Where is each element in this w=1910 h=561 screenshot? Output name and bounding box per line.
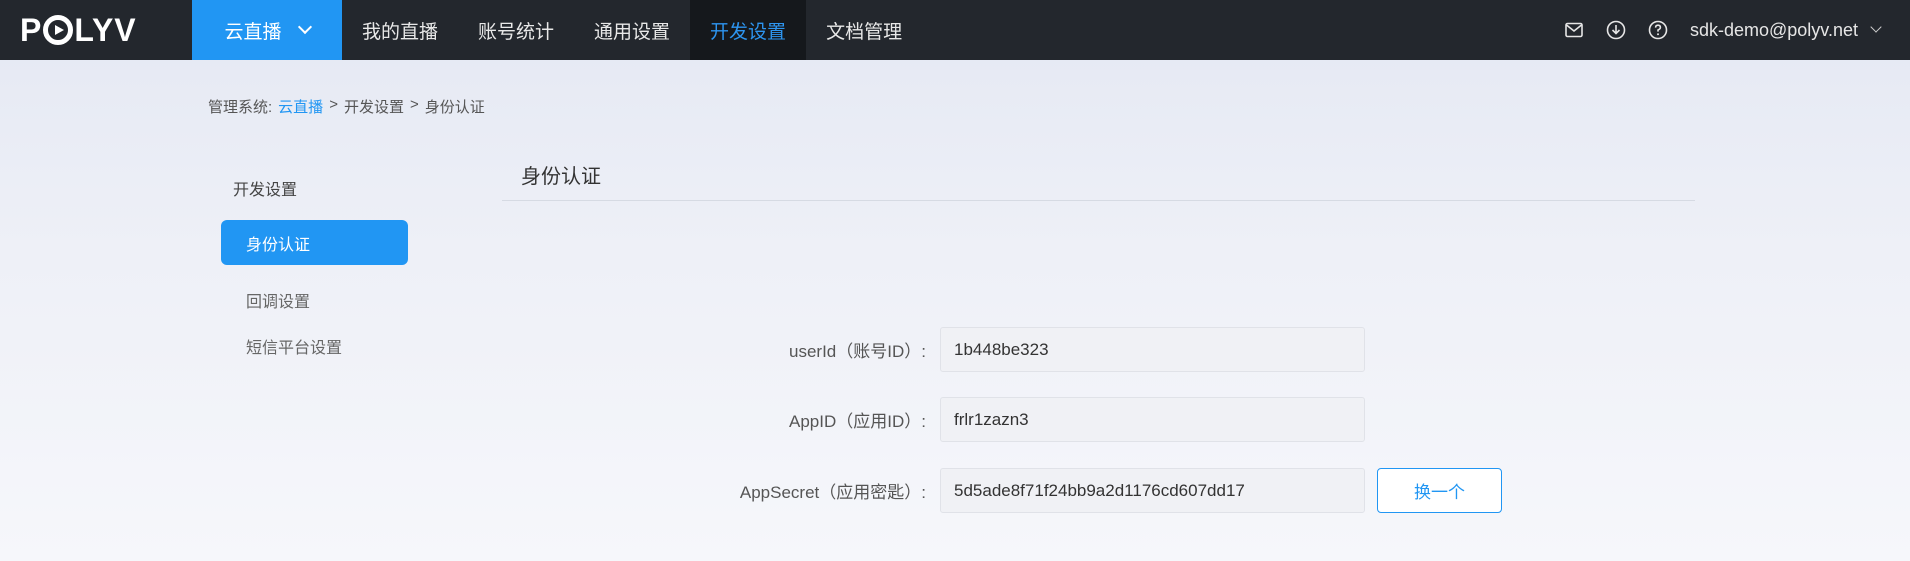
appid-label: AppID（应用ID）: bbox=[789, 412, 926, 431]
regenerate-secret-button[interactable]: 换一个 bbox=[1377, 468, 1502, 513]
sidebar-item-sms-settings[interactable]: 短信平台设置 bbox=[221, 323, 408, 368]
page-title: 身份认证 bbox=[521, 166, 601, 188]
sidebar-title: 开发设置 bbox=[233, 182, 298, 199]
download-icon[interactable] bbox=[1606, 20, 1626, 40]
breadcrumb-level1: 开发设置 bbox=[343, 99, 404, 116]
polyv-logo[interactable]: P LYV bbox=[0, 0, 192, 60]
appid-field[interactable]: frlr1zazn3 bbox=[940, 397, 1365, 442]
nav-account-stats[interactable]: 账号统计 bbox=[458, 0, 574, 60]
product-label: 云直播 bbox=[224, 21, 282, 43]
top-navbar: P LYV 云直播 我的直播 账号统计 通用设置 开发设置 文档管理 sdk-d… bbox=[0, 0, 1910, 60]
breadcrumb-root-link[interactable]: 云直播 bbox=[278, 96, 323, 117]
help-icon[interactable] bbox=[1648, 20, 1668, 40]
nav-dev-settings[interactable]: 开发设置 bbox=[690, 0, 807, 60]
appsecret-label: AppSecret（应用密匙）: bbox=[739, 483, 926, 502]
nav-doc-management[interactable]: 文档管理 bbox=[806, 0, 922, 60]
logo-play-icon bbox=[43, 15, 74, 45]
breadcrumb-separator: > bbox=[329, 96, 338, 113]
nav-my-live[interactable]: 我的直播 bbox=[342, 0, 458, 60]
sidebar-item-identity-auth[interactable]: 身份认证 bbox=[221, 220, 408, 265]
breadcrumb-prefix: 管理系统: bbox=[208, 99, 273, 116]
title-divider bbox=[502, 200, 1695, 201]
breadcrumb: 管理系统: 云直播 > 开发设置 > 身份认证 bbox=[208, 96, 485, 117]
topbar-right: sdk-demo@polyv.net bbox=[1564, 0, 1910, 60]
chevron-down-icon bbox=[297, 19, 312, 35]
appsecret-field[interactable]: 5d5ade8f71f24bb9a2d1176cd607dd17 bbox=[940, 468, 1365, 513]
mail-icon[interactable] bbox=[1564, 20, 1584, 40]
breadcrumb-separator: > bbox=[409, 96, 419, 113]
breadcrumb-current: 身份认证 bbox=[424, 99, 485, 116]
sidebar-item-callback-settings[interactable]: 回调设置 bbox=[221, 277, 408, 322]
chevron-down-icon[interactable] bbox=[1870, 21, 1882, 33]
userid-label: userId（账号ID）: bbox=[789, 342, 926, 361]
product-switcher[interactable]: 云直播 bbox=[192, 0, 342, 60]
nav-general-settings[interactable]: 通用设置 bbox=[574, 0, 690, 60]
logo-letters: LYV bbox=[74, 11, 137, 48]
user-account[interactable]: sdk-demo@polyv.net bbox=[1690, 20, 1858, 41]
logo-letter-p: P bbox=[20, 11, 43, 48]
userid-field[interactable]: 1b448be323 bbox=[940, 327, 1365, 372]
